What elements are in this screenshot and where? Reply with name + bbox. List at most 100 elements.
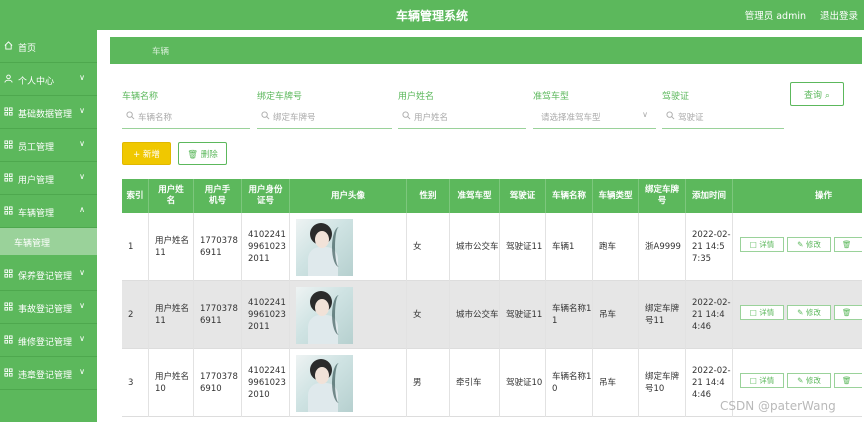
cell-car-name: 车辆1 (546, 213, 593, 281)
cell-plate: 绑定车牌号10 (639, 349, 686, 417)
sidebar-item-home[interactable]: 首页 (0, 30, 97, 63)
sidebar-item-users[interactable]: 用户管理 ∨ (0, 162, 97, 195)
column-header-gender: 性别 (407, 179, 450, 213)
top-bar: 车辆管理系统 管理员 admin 退出登录 (0, 0, 864, 30)
detail-icon: □ (749, 239, 760, 249)
vehicle-table: 索引 用户姓名 用户手机号 用户身份证号 用户头像 性别 准驾车型 驾驶证 车辆… (122, 179, 862, 422)
column-header-plate: 绑定车牌号 (639, 179, 686, 213)
sidebar-item-accident[interactable]: 事故登记管理 ∨ (0, 291, 97, 324)
detail-button[interactable]: □ 详情 (740, 373, 784, 388)
trash-icon: 🗑 (842, 307, 852, 317)
user-name-input[interactable]: 用户姓名 (398, 105, 526, 129)
sidebar-item-label: 违章登记管理 (18, 371, 73, 381)
cell-id-card: 410224199610232011 (242, 213, 290, 281)
sidebar: 首页 个人中心 ∨ 基础数据管理 ∨ 员工管理 ∨ 用户管理 ∨ 车辆管理 ∧ … (0, 30, 97, 422)
search-icon (666, 111, 675, 120)
sidebar-item-basic-data[interactable]: 基础数据管理 ∨ (0, 96, 97, 129)
filter-label-user-name: 用户姓名 (398, 92, 435, 102)
grid-icon (4, 107, 13, 116)
table-row: 1 用户姓名11 17703786911 410224199610232011 … (122, 213, 862, 281)
delete-button[interactable]: 🗑 删除 (178, 142, 227, 165)
user-name-placeholder: 用户姓名 (414, 113, 449, 123)
cell-car-name: 车辆名称11 (546, 281, 593, 349)
filter-label-license: 驾驶证 (662, 92, 690, 102)
edit-icon: ✎ (797, 375, 806, 385)
table-header: 索引 用户姓名 用户手机号 用户身份证号 用户头像 性别 准驾车型 驾驶证 车辆… (122, 179, 862, 213)
plate-input[interactable]: 绑定车牌号 (257, 105, 392, 129)
edit-button[interactable]: ✎ 修改 (787, 373, 831, 388)
sidebar-item-label: 首页 (18, 44, 37, 54)
grid-icon (4, 368, 13, 377)
table-row: 2 用户姓名11 17703786911 410224199610232011 … (122, 281, 862, 349)
column-header-phone: 用户手机号 (194, 179, 242, 213)
avatar (296, 286, 353, 344)
sidebar-item-staff[interactable]: 员工管理 ∨ (0, 129, 97, 162)
filter-label-plate: 绑定车牌号 (257, 92, 303, 102)
cell-car-type: 吊车 (593, 281, 639, 349)
filter-label-car-name: 车辆名称 (122, 92, 159, 102)
grid-icon (4, 269, 13, 278)
sidebar-item-repair[interactable]: 维修登记管理 ∨ (0, 324, 97, 357)
sidebar-item-personal[interactable]: 个人中心 ∨ (0, 63, 97, 96)
license-input[interactable]: 驾驶证 (662, 105, 784, 129)
grid-icon (4, 140, 13, 149)
edit-button-label: 修改 (805, 307, 821, 317)
cell-time: 2022-02-21 14:44:46 (686, 281, 733, 349)
license-placeholder: 驾驶证 (678, 113, 704, 123)
chevron-down-icon: ∨ (79, 301, 85, 310)
search-icon (261, 111, 270, 120)
column-header-avatar: 用户头像 (290, 179, 407, 213)
filter-label-license-type: 准驾车型 (533, 92, 570, 102)
cell-actions: □ 详情 ✎ 修改 🗑 (733, 281, 862, 349)
cell-name: 用户姓名11 (149, 213, 194, 281)
chevron-down-icon: ∨ (79, 367, 85, 376)
column-header-license-type: 准驾车型 (450, 179, 500, 213)
cell-car-type: 吊车 (593, 349, 639, 417)
sidebar-item-label: 个人中心 (18, 77, 55, 87)
row-delete-button[interactable]: 🗑 (834, 305, 862, 320)
cell-avatar (290, 349, 407, 417)
column-header-car-name: 车辆名称 (546, 179, 593, 213)
edit-button[interactable]: ✎ 修改 (787, 305, 831, 320)
sidebar-item-label: 保养登记管理 (18, 272, 73, 282)
sidebar-item-maintenance[interactable]: 保养登记管理 ∨ (0, 258, 97, 291)
cell-avatar (290, 281, 407, 349)
delete-button-label: 删除 (200, 149, 218, 160)
search-button-label: 查询 (804, 90, 823, 101)
breadcrumb: 车辆 (110, 37, 862, 64)
grid-icon (4, 335, 13, 344)
edit-icon: ✎ (797, 307, 806, 317)
detail-button-label: 详情 (759, 375, 775, 385)
column-header-name: 用户姓名 (149, 179, 194, 213)
row-delete-button[interactable]: 🗑 (834, 373, 862, 388)
sidebar-item-label: 事故登记管理 (18, 305, 73, 315)
app-title: 车辆管理系统 (395, 9, 468, 23)
grid-icon (4, 173, 13, 182)
cell-name: 用户姓名10 (149, 349, 194, 417)
search-button[interactable]: 查询 ⌕ (790, 82, 844, 106)
edit-button[interactable]: ✎ 修改 (787, 237, 831, 252)
trash-icon: 🗑 (842, 375, 852, 385)
car-name-input[interactable]: 车辆名称 (122, 105, 250, 129)
detail-button[interactable]: □ 详情 (740, 237, 784, 252)
add-button[interactable]: + 新增 (122, 142, 171, 165)
trash-icon: 🗑 (187, 149, 199, 160)
sidebar-item-violation[interactable]: 违章登记管理 ∨ (0, 357, 97, 390)
license-type-select[interactable]: 请选择准驾车型 ∨ (533, 105, 656, 129)
edit-icon: ✎ (797, 239, 806, 249)
edit-button-label: 修改 (805, 239, 821, 249)
detail-button-label: 详情 (759, 239, 775, 249)
chevron-down-icon: ∨ (642, 110, 648, 119)
row-delete-button[interactable]: 🗑 (834, 237, 862, 252)
detail-button[interactable]: □ 详情 (740, 305, 784, 320)
cell-index: 1 (122, 213, 149, 281)
detail-icon: □ (749, 307, 760, 317)
avatar (296, 354, 353, 412)
cell-time: 2022-02-21 14:57:35 (686, 213, 733, 281)
sidebar-item-label: 员工管理 (18, 143, 55, 153)
watermark: CSDN @paterWang (720, 399, 836, 413)
logout-link[interactable]: 退出登录 (820, 8, 858, 22)
sidebar-subitem-vehicle-management[interactable]: 车辆管理 (0, 228, 97, 255)
grid-icon (4, 302, 13, 311)
sidebar-item-vehicles[interactable]: 车辆管理 ∧ (0, 195, 97, 228)
